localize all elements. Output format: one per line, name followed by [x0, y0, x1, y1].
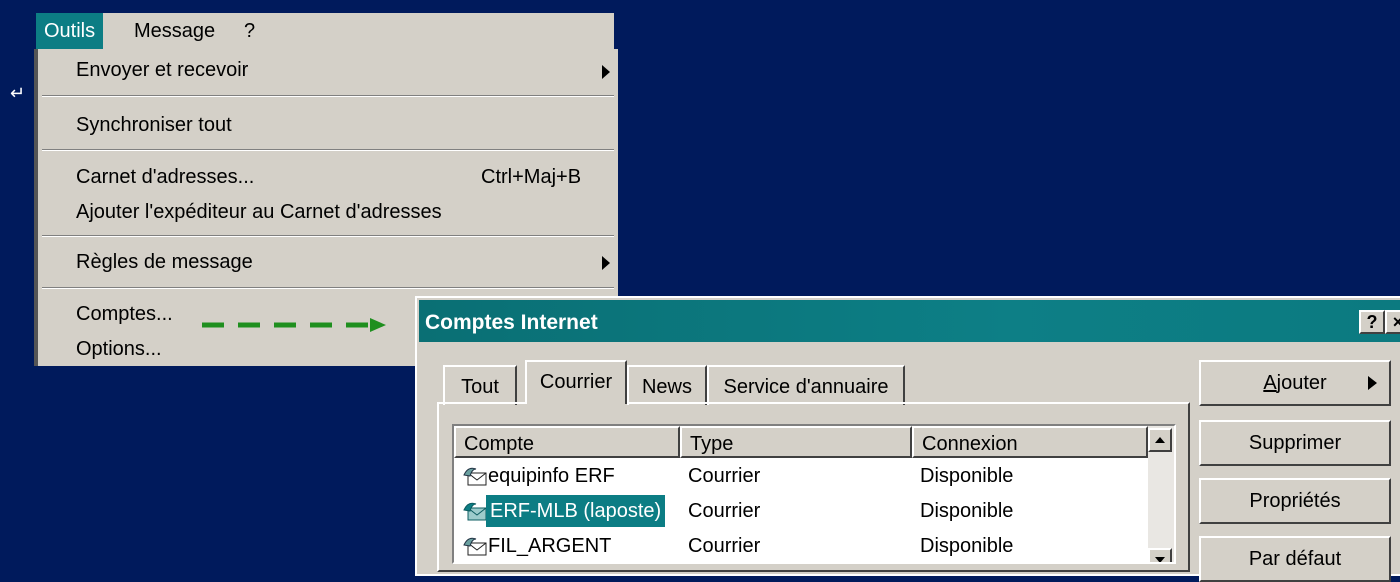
submenu-arrow-icon [602, 256, 610, 270]
menu-item-sync-all[interactable]: Synchroniser tout [76, 114, 232, 137]
column-header-compte[interactable]: Compte [454, 426, 680, 458]
menu-bar: Outils Message ? [36, 13, 614, 49]
submenu-arrow-icon [602, 65, 610, 79]
sync-all-label: Synchroniser tout [76, 114, 232, 136]
dialog-title: Comptes Internet [425, 311, 598, 334]
table-row[interactable]: ERF-MLB (laposte) Courrier Disponible [454, 495, 1144, 527]
account-type: Courrier [688, 465, 761, 487]
send-receive-label: Envoyer et recevoir [76, 59, 249, 81]
options-label: Options... [76, 338, 162, 360]
tab-news[interactable]: News [627, 365, 707, 405]
menu-separator [42, 95, 614, 97]
account-name: ERF-MLB (laposte) [486, 495, 666, 527]
menu-item-accounts[interactable]: Comptes... [76, 303, 173, 326]
accounts-label: Comptes... [76, 303, 173, 325]
mail-account-icon [463, 467, 487, 486]
account-connection: Disponible [920, 465, 1014, 487]
dialog-titlebar[interactable]: Comptes Internet ? × [419, 300, 1400, 342]
tab-service-annuaire[interactable]: Service d'annuaire [707, 365, 905, 405]
account-name: equipinfo ERF [488, 465, 615, 487]
menu-outils[interactable]: Outils [36, 13, 104, 49]
account-connection: Disponible [920, 535, 1014, 557]
menu-item-options[interactable]: Options... [76, 338, 162, 361]
column-header-connexion[interactable]: Connexion [912, 426, 1148, 458]
remove-button[interactable]: Supprimer [1199, 420, 1391, 466]
account-name: FIL_ARGENT [488, 535, 612, 557]
add-submenu-arrow-icon [1368, 376, 1377, 390]
menu-help[interactable]: ? [236, 13, 263, 49]
menu-item-add-sender[interactable]: Ajouter l'expéditeur au Carnet d'adresse… [76, 201, 442, 224]
account-type: Courrier [688, 535, 761, 557]
add-sender-label: Ajouter l'expéditeur au Carnet d'adresse… [76, 201, 442, 223]
help-button[interactable]: ? [1359, 310, 1385, 334]
address-book-label: Carnet d'adresses... [76, 166, 255, 188]
scroll-down-button[interactable] [1148, 548, 1172, 562]
scroll-up-arrow-icon [1155, 437, 1165, 443]
account-type: Courrier [688, 500, 761, 522]
mail-account-icon [463, 537, 487, 556]
add-label: jouter [1276, 372, 1327, 394]
menu-separator [42, 235, 614, 237]
scroll-up-button[interactable] [1148, 428, 1172, 452]
menu-separator [42, 149, 614, 151]
table-row[interactable]: equipinfo ERF Courrier Disponible [454, 460, 1144, 492]
close-button[interactable]: × [1385, 310, 1400, 334]
address-book-shortcut: Ctrl+Maj+B [481, 166, 582, 188]
vertical-scrollbar[interactable] [1148, 426, 1174, 562]
accounts-list[interactable]: Compte Type Connexion equipinfo ERF Cour… [452, 424, 1176, 564]
column-header-type[interactable]: Type [680, 426, 912, 458]
default-button[interactable]: Par défaut [1199, 536, 1391, 582]
dashed-arrow-icon [202, 318, 386, 332]
properties-button[interactable]: Propriétés [1199, 478, 1391, 524]
menu-item-address-book[interactable]: Carnet d'adresses... Ctrl+Maj+B [76, 166, 596, 189]
add-button[interactable]: Ajouter [1199, 360, 1391, 406]
menu-separator [42, 287, 614, 289]
tab-tout[interactable]: Tout [443, 365, 517, 405]
message-rules-label: Règles de message [76, 251, 253, 273]
table-row[interactable]: FIL_ARGENT Courrier Disponible [454, 530, 1144, 562]
account-connection: Disponible [920, 500, 1014, 522]
return-icon: ↵ [10, 83, 26, 103]
menu-message[interactable]: Message [126, 13, 223, 49]
menu-item-send-receive[interactable]: Envoyer et recevoir [76, 59, 248, 82]
add-mnemonic: A [1263, 372, 1277, 394]
mail-account-icon [463, 502, 487, 521]
menu-item-message-rules[interactable]: Règles de message [76, 251, 253, 274]
tab-courrier[interactable]: Courrier [525, 360, 627, 404]
scroll-down-arrow-icon [1155, 557, 1165, 562]
